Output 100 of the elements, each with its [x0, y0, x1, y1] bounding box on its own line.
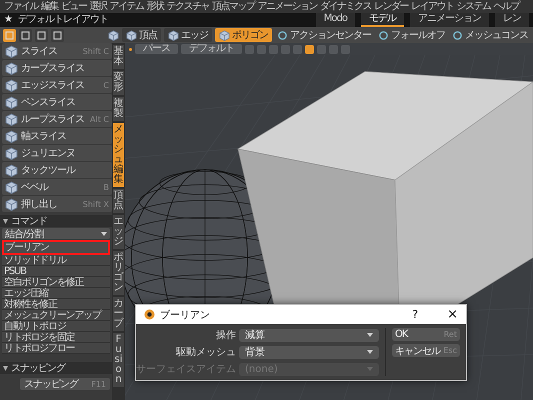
- layout-tab[interactable]: モデル: [361, 13, 404, 27]
- view-button[interactable]: パース: [135, 44, 178, 54]
- layout-tab[interactable]: レン: [495, 13, 529, 27]
- cube-icon: [5, 78, 18, 92]
- tool-button[interactable]: [19, 28, 32, 42]
- field-label: サーフェイスアイテム: [136, 363, 236, 376]
- command-item[interactable]: ブーリアン: [2, 240, 110, 255]
- caret-icon: [367, 350, 373, 354]
- command-item[interactable]: メッシュクリーンアップ: [2, 310, 110, 321]
- tool-button[interactable]: [35, 28, 48, 42]
- shortcut-label: Alt C: [90, 114, 109, 124]
- layout-tab[interactable]: Modo: [316, 13, 355, 27]
- cube-icon: [5, 96, 18, 108]
- command-item[interactable]: 自動リトポロジ: [2, 321, 110, 332]
- target-icon: [277, 30, 288, 40]
- cube-icon: [219, 30, 230, 40]
- tool-button[interactable]: ループスライス Alt C: [2, 111, 112, 127]
- selection-mode-button[interactable]: ポリゴン: [215, 28, 272, 42]
- side-tab[interactable]: 変形: [113, 71, 124, 95]
- shortcut-label: B: [104, 182, 109, 192]
- menu-item[interactable]: ヘルプ: [494, 0, 519, 12]
- tool-button[interactable]: タックツール: [2, 162, 112, 178]
- command-item[interactable]: エッジ圧縮: [2, 288, 110, 299]
- dropdown[interactable]: 減算: [239, 328, 379, 342]
- shortcut-label: C: [103, 80, 109, 90]
- caret-icon: [367, 333, 373, 337]
- cube-icon: [5, 146, 18, 160]
- side-tab[interactable]: メッシュ編集: [113, 123, 124, 187]
- selection-mode-button[interactable]: エッジ: [164, 28, 212, 42]
- tool-button[interactable]: 軸スライス: [2, 128, 112, 144]
- side-tab[interactable]: 頂点: [113, 189, 124, 213]
- menu-item[interactable]: アイテム: [110, 0, 144, 12]
- shading-button[interactable]: [305, 44, 314, 54]
- selection-mode-button[interactable]: 頂点: [122, 28, 161, 42]
- toolbar-button[interactable]: アクションセンター: [275, 28, 373, 42]
- menu-item[interactable]: 形状: [146, 0, 164, 12]
- star-icon[interactable]: ★: [4, 14, 12, 26]
- category-dropdown[interactable]: 結合/分割: [2, 228, 110, 239]
- tool-button[interactable]: カーブスライス: [2, 60, 112, 76]
- menu-item[interactable]: レンダー: [374, 0, 408, 12]
- menu-item[interactable]: 頂点マップ: [212, 0, 254, 12]
- cube-icon: [5, 198, 18, 210]
- tool-button[interactable]: [3, 28, 16, 42]
- collapse-icon[interactable]: [3, 218, 8, 224]
- cube-icon: [5, 130, 18, 142]
- command-item[interactable]: ソリッドドリル: [2, 255, 110, 266]
- shortcut-label: Shift C: [82, 46, 109, 56]
- side-tab[interactable]: エッジ: [113, 215, 124, 249]
- command-item[interactable]: PSUB: [2, 266, 110, 277]
- toolbar-button[interactable]: メッシュコンス: [450, 28, 530, 42]
- toolbar-button[interactable]: フォールオフ: [376, 28, 447, 42]
- target-icon: [378, 30, 389, 40]
- command-item[interactable]: 対称性を修正: [2, 299, 110, 310]
- side-tab[interactable]: Fusion: [113, 333, 124, 387]
- shortcut-label: Shift X: [82, 200, 109, 208]
- target-icon: [452, 30, 463, 40]
- command-item[interactable]: リトポロジを固定: [2, 332, 110, 343]
- tool-button[interactable]: ペンスライス: [2, 94, 112, 110]
- section-title: スナッピング: [11, 362, 65, 374]
- close-button[interactable]: ×: [447, 307, 458, 322]
- tool-button[interactable]: 押し出し Shift X: [2, 196, 112, 212]
- tool-button[interactable]: ベベル B: [2, 179, 112, 195]
- command-item[interactable]: リトポロジフロー: [2, 343, 110, 354]
- menu-item[interactable]: ビュー: [61, 0, 86, 12]
- app-icon: [144, 309, 155, 320]
- caret-icon: [101, 232, 107, 236]
- menu-item[interactable]: テクスチャ: [166, 0, 209, 12]
- shortcut-label: F11: [91, 380, 106, 388]
- command-item[interactable]: 空白ポリゴンを修正: [2, 277, 110, 288]
- side-tab[interactable]: カーブ: [113, 297, 124, 331]
- tool-button[interactable]: ジュリエンヌ: [2, 145, 112, 161]
- cube-icon: [108, 30, 119, 40]
- collapse-icon[interactable]: [3, 366, 8, 370]
- section-title: コマンド: [11, 216, 47, 226]
- dialog-title: ブーリアン: [160, 308, 210, 322]
- cube-icon: [5, 44, 18, 58]
- cube-icon: [5, 62, 18, 74]
- help-icon[interactable]: ?: [412, 308, 418, 321]
- tool-button[interactable]: エッジスライス C: [2, 77, 112, 93]
- menu-item[interactable]: レイアウト: [411, 0, 454, 12]
- cube-icon: [5, 180, 18, 194]
- menu-item[interactable]: システム: [456, 0, 490, 12]
- style-button[interactable]: デフォルト: [181, 44, 242, 54]
- menu-item[interactable]: ファイル: [4, 0, 38, 12]
- tool-button[interactable]: スライス Shift C: [2, 43, 112, 59]
- tool-button[interactable]: [51, 28, 64, 42]
- menu-item[interactable]: 選択: [90, 0, 106, 12]
- cube-icon: [168, 30, 179, 40]
- side-tab[interactable]: 基本: [113, 45, 124, 69]
- side-tab[interactable]: ポリゴン: [113, 251, 124, 295]
- menu-item[interactable]: アニメーション: [258, 0, 317, 12]
- field-label: 駆動メッシュ: [174, 346, 236, 359]
- layout-title: デフォルトレイアウト: [18, 14, 108, 26]
- menu-item[interactable]: ダイナミクス: [320, 0, 371, 12]
- snapping-button[interactable]: スナッピング F11: [20, 378, 110, 390]
- layout-tab[interactable]: アニメーション: [410, 13, 489, 27]
- side-tab[interactable]: 複製: [113, 97, 124, 121]
- cube-icon: [5, 164, 18, 176]
- menu-item[interactable]: 編集: [41, 0, 58, 12]
- dropdown[interactable]: 背景: [239, 346, 379, 358]
